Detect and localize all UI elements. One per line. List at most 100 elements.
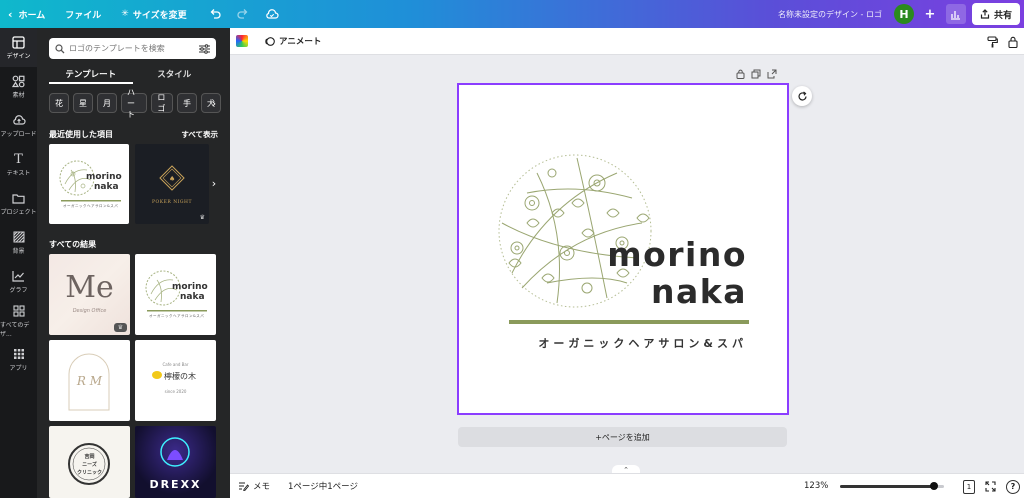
brand-tagline[interactable]: オーガニックヘアサロン&スパ (538, 335, 747, 351)
template-search[interactable] (49, 38, 216, 59)
undo-button[interactable] (201, 0, 229, 28)
rail-item-upload[interactable]: アップロード (0, 106, 37, 145)
document-title[interactable]: 名称未設定のデザイン - ロゴ (778, 9, 882, 20)
color-picker-icon[interactable] (236, 35, 248, 47)
chip-heart[interactable]: ハート (121, 88, 148, 119)
recent-template-poker-night[interactable]: ♠ POKER NIGHT ♛ (135, 144, 209, 224)
see-all-link[interactable]: すべて表示 (181, 129, 218, 140)
design-page[interactable]: morino naka オーガニックヘアサロン&スパ (457, 83, 789, 415)
resize-button[interactable]: ✳ サイズを変更 (113, 0, 194, 28)
me-text: Me (65, 270, 114, 305)
rotate-refresh-button[interactable] (792, 86, 812, 106)
share-button[interactable]: 共有 (971, 3, 1020, 25)
thumb-brand-1: morino (86, 172, 122, 182)
zoom-slider-knob[interactable] (930, 482, 938, 490)
zoom-slider[interactable] (840, 482, 944, 490)
rail-label-design: デザイン (6, 53, 31, 60)
result-template-drexx[interactable]: DREXX (135, 426, 216, 498)
notes-label: メモ (253, 482, 271, 492)
home-button[interactable]: ‹ ホーム (0, 0, 53, 28)
rail-item-background[interactable]: 背景 (0, 223, 37, 262)
rail-item-text[interactable]: T テキスト (0, 145, 37, 184)
redo-icon (237, 9, 247, 19)
duplicate-page-icon[interactable] (751, 69, 761, 79)
rail-item-chart[interactable]: グラフ (0, 262, 37, 301)
page-grid-button[interactable]: 1 (963, 479, 975, 494)
brand-name-line2[interactable]: naka (651, 272, 747, 311)
zoom-slider-fill (840, 485, 934, 488)
background-icon (12, 230, 26, 244)
crown-icon: ♛ (114, 323, 127, 332)
chip-star[interactable]: 星 (73, 93, 93, 113)
recent-next-arrow[interactable]: › (209, 173, 219, 193)
result-template-lemon[interactable]: Cafe and Bar 檸檬の木 since 2020 (135, 340, 216, 421)
svg-text:♠: ♠ (169, 175, 175, 183)
template-panel: テンプレート スタイル 花 星 月 ハート ロゴ 手 犬 › 最近使用した項目 … (37, 28, 230, 498)
cloud-save-status[interactable] (257, 0, 287, 28)
insights-button[interactable] (945, 4, 966, 24)
keyword-chips: 花 星 月 ハート ロゴ 手 犬 (49, 88, 221, 119)
plus-icon: + (924, 6, 936, 22)
recent-template-morino[interactable]: morino naka オーガニックヘアサロン&スパ (49, 144, 129, 224)
rail-item-design[interactable]: デザイン (0, 28, 37, 67)
design-icon (12, 35, 26, 49)
result-template-me[interactable]: Me Design Office ♛ (49, 254, 130, 335)
redo-button[interactable] (229, 0, 257, 28)
lemon-top: Cafe and Bar (162, 362, 189, 367)
lock-icon[interactable] (1008, 36, 1018, 48)
refresh-icon (797, 91, 807, 100)
search-input[interactable] (69, 44, 199, 53)
animate-button[interactable]: アニメート (264, 35, 321, 47)
avatar[interactable]: H (893, 4, 914, 24)
elements-icon (12, 74, 26, 88)
footer-bar: メモ 1ページ中1ページ 123% 1 ? (230, 473, 1024, 498)
tab-styles[interactable]: スタイル (133, 66, 217, 84)
tab-templates[interactable]: テンプレート (49, 66, 133, 84)
animate-icon (265, 36, 275, 46)
page-indicator[interactable]: 1ページ中1ページ (288, 480, 358, 492)
rail-item-all-designs[interactable]: すべてのデザ... (0, 301, 37, 340)
chip-logo[interactable]: ロゴ (151, 93, 173, 113)
rail-label-all-designs: すべてのデザ... (0, 321, 30, 338)
chips-next-arrow[interactable]: › (207, 93, 221, 113)
chip-moon[interactable]: 月 (97, 93, 117, 113)
rail-label-text: テキスト (6, 170, 31, 177)
clinic-line2: ニーズ (82, 462, 97, 468)
result-template-rm[interactable]: R M (49, 340, 130, 421)
animate-label: アニメート (279, 37, 322, 47)
lemon-icon (152, 371, 162, 379)
notes-button[interactable]: メモ (238, 480, 270, 492)
accent-bar[interactable] (509, 320, 749, 324)
me-subtitle: Design Office (72, 308, 107, 314)
sparkle-icon: ✳ (121, 9, 129, 19)
add-page-icon[interactable] (767, 69, 777, 79)
rail-item-apps[interactable]: アプリ (0, 340, 37, 379)
rail-item-elements[interactable]: 素材 (0, 67, 37, 106)
rail-item-projects[interactable]: プロジェクト (0, 184, 37, 223)
rail-label-upload: アップロード (0, 131, 37, 138)
result-template-morino[interactable]: morino naka オーガニックヘアサロン&スパ (135, 254, 216, 335)
chip-hand[interactable]: 手 (177, 93, 197, 113)
apps-icon (12, 347, 26, 361)
add-page-button[interactable]: +ページを追加 (458, 427, 787, 447)
rail-label-apps: アプリ (9, 365, 28, 372)
help-button[interactable]: ? (1006, 479, 1020, 494)
poker-title: POKER NIGHT (152, 200, 192, 205)
notes-icon (239, 482, 249, 491)
file-menu[interactable]: ファイル (57, 0, 109, 28)
page-lock-icon[interactable] (736, 69, 745, 79)
paint-roller-icon[interactable] (987, 35, 998, 48)
lemon-title: 檸檬の木 (164, 372, 196, 381)
result-template-clinic[interactable]: 吉岡 ニーズ クリニック (49, 426, 130, 498)
zoom-value[interactable]: 123% (804, 481, 828, 491)
clinic-line3: クリニック (76, 470, 102, 476)
chip-flower[interactable]: 花 (49, 93, 69, 113)
add-collaborator-button[interactable]: + (920, 4, 940, 24)
search-icon (55, 43, 65, 53)
fullscreen-icon[interactable] (985, 481, 996, 492)
resize-label: サイズを変更 (132, 10, 187, 21)
filter-icon[interactable] (199, 43, 210, 54)
all-designs-icon (12, 304, 26, 318)
brand-name-line1[interactable]: morino (607, 235, 747, 274)
crown-icon: ♛ (199, 214, 205, 221)
